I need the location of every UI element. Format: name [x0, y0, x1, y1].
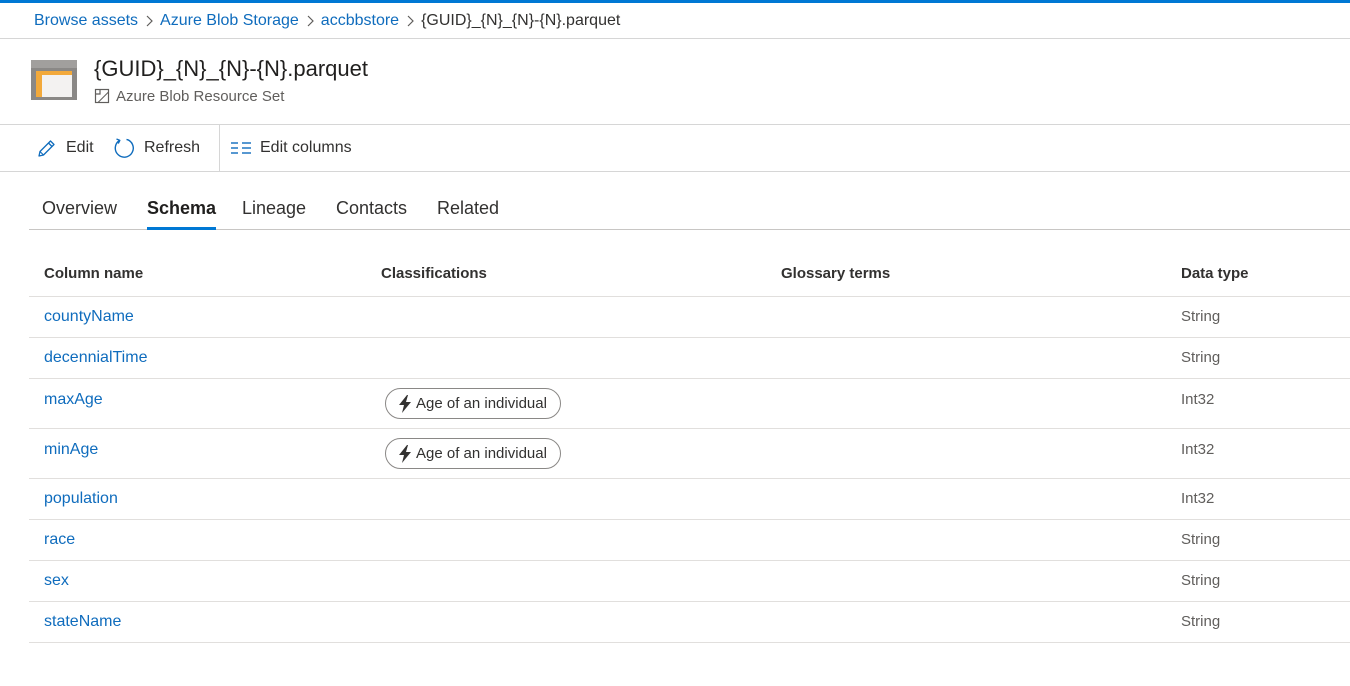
schema-table: Column name Classifications Glossary ter… — [29, 251, 1350, 643]
breadcrumb-accbbstore[interactable]: accbbstore — [321, 12, 399, 30]
data-type-cell: String — [1181, 613, 1221, 630]
data-type-cell: String — [1181, 531, 1221, 548]
classification-chip[interactable]: Age of an individual — [385, 388, 561, 419]
breadcrumb-browse-assets[interactable]: Browse assets — [34, 12, 138, 30]
divider — [0, 171, 1350, 172]
classification-chip[interactable]: Age of an individual — [385, 438, 561, 469]
table-header: Column name Classifications Glossary ter… — [29, 251, 1350, 297]
classification-label: Age of an individual — [416, 395, 547, 412]
page-title: {GUID}_{N}_{N}-{N}.parquet — [94, 56, 368, 81]
divider — [0, 38, 1350, 39]
tab-contacts[interactable]: Contacts — [336, 188, 407, 229]
refresh-button-label: Refresh — [144, 139, 201, 156]
chevron-right-icon — [138, 3, 160, 39]
chevron-right-icon — [399, 3, 421, 39]
column-name-link[interactable]: sex — [44, 572, 69, 590]
data-type-cell: Int32 — [1181, 441, 1215, 458]
table-row: minAge Age of an individual Int32 — [29, 429, 1350, 479]
column-name-link[interactable]: race — [44, 531, 75, 549]
header-data-type[interactable]: Data type — [1181, 265, 1249, 282]
refresh-icon — [114, 138, 134, 158]
edit-button[interactable]: Edit — [36, 125, 94, 171]
edit-columns-button[interactable]: Edit columns — [231, 125, 352, 171]
breadcrumb: Browse assets Azure Blob Storage accbbst… — [34, 3, 620, 39]
table-row: sex String — [29, 561, 1350, 602]
command-bar: Edit Refresh Edit columns — [0, 125, 1350, 171]
breadcrumb-current: {GUID}_{N}_{N}-{N}.parquet — [421, 12, 621, 29]
tab-lineage[interactable]: Lineage — [242, 188, 306, 229]
table-row: race String — [29, 520, 1350, 561]
column-name-link[interactable]: decennialTime — [44, 349, 147, 367]
data-type-cell: String — [1181, 308, 1221, 325]
header-classifications[interactable]: Classifications — [381, 265, 487, 282]
table-row: countyName String — [29, 297, 1350, 338]
edit-columns-icon — [231, 142, 251, 154]
table-row: population Int32 — [29, 479, 1350, 520]
table-row: stateName String — [29, 602, 1350, 643]
pencil-icon — [38, 139, 55, 157]
column-name-link[interactable]: population — [44, 490, 118, 508]
breadcrumb-azure-blob-storage[interactable]: Azure Blob Storage — [160, 12, 299, 30]
tab-bar: Overview Schema Lineage Contacts Related — [29, 188, 1350, 230]
asset-type-label: Azure Blob Resource Set — [116, 87, 285, 105]
data-type-cell: Int32 — [1181, 490, 1215, 507]
edit-columns-label: Edit columns — [260, 139, 352, 156]
header-glossary-terms[interactable]: Glossary terms — [781, 265, 890, 282]
resource-set-icon — [94, 88, 110, 104]
column-name-link[interactable]: stateName — [44, 613, 121, 631]
folder-icon — [31, 60, 77, 100]
classification-label: Age of an individual — [416, 445, 547, 462]
data-type-cell: String — [1181, 349, 1221, 366]
table-row: maxAge Age of an individual Int32 — [29, 379, 1350, 429]
refresh-button[interactable]: Refresh — [113, 125, 200, 171]
column-name-link[interactable]: countyName — [44, 308, 134, 326]
table-row: decennialTime String — [29, 338, 1350, 379]
tab-schema[interactable]: Schema — [147, 188, 217, 230]
lightning-icon — [399, 394, 411, 413]
column-name-link[interactable]: maxAge — [44, 391, 103, 409]
header-column-name[interactable]: Column name — [44, 265, 143, 282]
data-type-cell: String — [1181, 572, 1221, 589]
asset-type: Azure Blob Resource Set — [94, 86, 284, 106]
chevron-right-icon — [299, 3, 321, 39]
edit-button-label: Edit — [66, 139, 94, 156]
tab-related[interactable]: Related — [437, 188, 499, 229]
tab-overview[interactable]: Overview — [42, 188, 117, 229]
toolbar-divider — [219, 125, 220, 171]
column-name-link[interactable]: minAge — [44, 441, 98, 459]
data-type-cell: Int32 — [1181, 391, 1215, 408]
lightning-icon — [399, 444, 411, 463]
